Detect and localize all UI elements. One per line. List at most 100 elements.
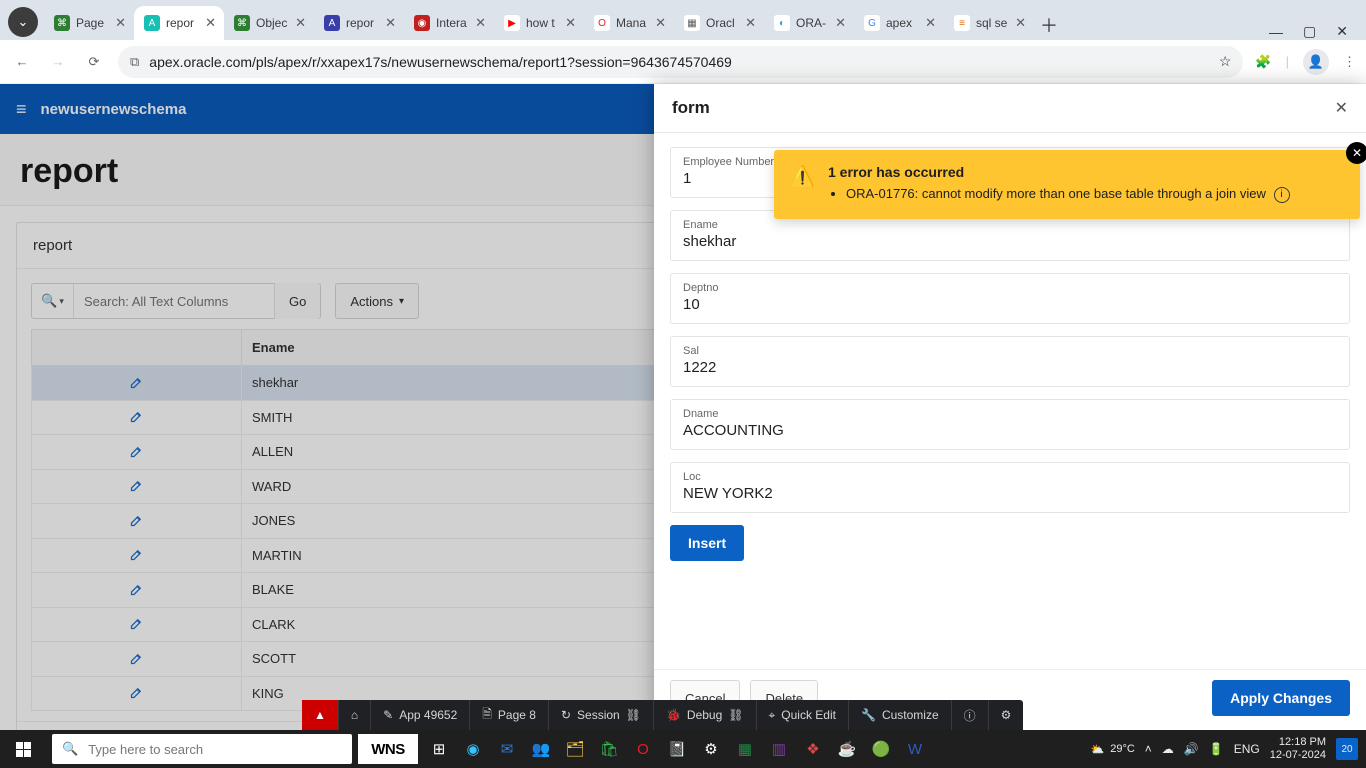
- devbar-home[interactable]: ⌂: [339, 700, 371, 730]
- devbar-page[interactable]: 🗎Page 8: [470, 700, 549, 730]
- teams-icon[interactable]: 👥: [524, 730, 558, 768]
- devbar-session[interactable]: ↻Session⛓: [549, 700, 654, 730]
- notes-icon[interactable]: 📓: [660, 730, 694, 768]
- tab-close-icon[interactable]: ✕: [385, 15, 396, 31]
- link-icon: ⛓: [626, 708, 641, 722]
- info-icon[interactable]: i: [1274, 187, 1290, 203]
- nav-reload-button[interactable]: ⟳: [82, 50, 106, 74]
- window-minimize-button[interactable]: —: [1269, 24, 1283, 40]
- onenote-icon[interactable]: ▥: [762, 730, 796, 768]
- devbar-info[interactable]: ⓘ: [952, 700, 989, 730]
- insert-button[interactable]: Insert: [670, 525, 744, 561]
- chrome-icon[interactable]: 🟢: [864, 730, 898, 768]
- value-dname: ACCOUNTING: [683, 422, 1337, 439]
- devbar-errors[interactable]: ▲: [302, 700, 339, 730]
- chrome-menu-icon[interactable]: ⋮: [1343, 54, 1356, 70]
- tray-overflow-icon[interactable]: ˄: [1145, 742, 1152, 756]
- volume-icon[interactable]: 🔊: [1184, 742, 1199, 756]
- browser-tab[interactable]: Gapex✕: [854, 6, 944, 40]
- weather-icon: ⛅: [1091, 743, 1105, 756]
- gear-icon: ⚙: [1001, 708, 1012, 722]
- tab-title: repor: [346, 16, 379, 30]
- tab-favicon: ⌘: [54, 15, 70, 31]
- devbar-quickedit[interactable]: ⌖Quick Edit: [757, 700, 849, 730]
- taskbar-search[interactable]: 🔍 Type here to search: [52, 734, 352, 764]
- store-icon[interactable]: 🛍: [592, 730, 626, 768]
- tab-favicon: A: [144, 15, 160, 31]
- address-bar[interactable]: ⧉ apex.oracle.com/pls/apex/r/xxapex17s/n…: [118, 46, 1243, 78]
- browser-tab[interactable]: ≡sql se✕: [944, 6, 1034, 40]
- java-icon[interactable]: ☕: [830, 730, 864, 768]
- edge-icon[interactable]: ◉: [456, 730, 490, 768]
- tab-close-icon[interactable]: ✕: [205, 15, 216, 31]
- value-deptno: 10: [683, 296, 1337, 313]
- devbar-debug[interactable]: 🐞Debug⛓: [654, 700, 757, 730]
- tab-favicon: ≡: [954, 15, 970, 31]
- tab-title: Page: [76, 16, 109, 30]
- window-maximize-button[interactable]: ▢: [1303, 23, 1316, 40]
- refresh-icon: ↻: [561, 708, 571, 722]
- devbar-customize[interactable]: 🔧Customize: [849, 700, 952, 730]
- browser-tab[interactable]: O Mana ✕: [584, 6, 674, 40]
- settings-icon[interactable]: ⚙: [694, 730, 728, 768]
- devbar-app[interactable]: ✎App 49652: [371, 700, 470, 730]
- field-sal[interactable]: Sal 1222: [670, 336, 1350, 387]
- nav-back-button[interactable]: ←: [10, 50, 34, 74]
- browser-tab[interactable]: ⌘ Page ✕: [44, 6, 134, 40]
- field-dname[interactable]: Dname ACCOUNTING: [670, 399, 1350, 450]
- language-indicator[interactable]: ENG: [1234, 742, 1260, 756]
- tab-search-button[interactable]: ⌄: [8, 7, 38, 37]
- drawer-close-button[interactable]: ✕: [1335, 98, 1348, 118]
- tab-title: Mana: [616, 16, 649, 30]
- tab-favicon: ▶: [504, 15, 520, 31]
- url-text: apex.oracle.com/pls/apex/r/xxapex17s/new…: [149, 54, 732, 70]
- tab-close-icon[interactable]: ✕: [115, 15, 126, 31]
- browser-tab[interactable]: Arepor ✕: [134, 6, 224, 40]
- browser-tab[interactable]: ▦Oracl✕: [674, 6, 764, 40]
- bookmark-star-icon[interactable]: ☆: [1219, 53, 1232, 70]
- browser-tab[interactable]: ⌘Objec✕: [224, 6, 314, 40]
- profile-avatar[interactable]: 👤: [1303, 49, 1329, 75]
- window-close-button[interactable]: ✕: [1336, 23, 1348, 40]
- explorer-icon[interactable]: 🗂: [558, 730, 592, 768]
- weather-widget[interactable]: ⛅29°C: [1091, 743, 1135, 756]
- browser-tab[interactable]: Arepor✕: [314, 6, 404, 40]
- tab-close-icon[interactable]: ✕: [295, 15, 306, 31]
- browser-tab[interactable]: ◐ORA-✕: [764, 6, 854, 40]
- browser-tab[interactable]: ▶how t✕: [494, 6, 584, 40]
- extensions-icon[interactable]: 🧩: [1255, 54, 1271, 70]
- word-icon[interactable]: W: [898, 730, 932, 768]
- apply-changes-button[interactable]: Apply Changes: [1212, 680, 1350, 716]
- field-deptno[interactable]: Deptno 10: [670, 273, 1350, 324]
- devbar-settings[interactable]: ⚙: [989, 700, 1024, 730]
- alert-title: 1 error has occurred: [828, 164, 1310, 180]
- nav-forward-button[interactable]: →: [46, 50, 70, 74]
- app-icon-red[interactable]: ❖: [796, 730, 830, 768]
- field-loc[interactable]: Loc NEW YORK2: [670, 462, 1350, 513]
- alert-close-button[interactable]: ✕: [1346, 142, 1366, 164]
- wns-widget[interactable]: WNS: [358, 734, 418, 764]
- tab-close-icon[interactable]: ✕: [925, 15, 936, 31]
- battery-icon[interactable]: 🔋: [1209, 742, 1224, 756]
- task-view-icon[interactable]: ⊞: [422, 730, 456, 768]
- taskbar-clock[interactable]: 12:18 PM 12-07-2024: [1270, 736, 1326, 761]
- oracle-icon[interactable]: O: [626, 730, 660, 768]
- new-tab-button[interactable]: ＋: [1034, 10, 1064, 40]
- tab-favicon: O: [594, 15, 610, 31]
- tab-close-icon[interactable]: ✕: [655, 15, 666, 31]
- excel-icon[interactable]: ▦: [728, 730, 762, 768]
- onedrive-icon[interactable]: ☁: [1162, 742, 1174, 756]
- tab-close-icon[interactable]: ✕: [835, 15, 846, 31]
- start-button[interactable]: [0, 730, 46, 768]
- tab-close-icon[interactable]: ✕: [475, 15, 486, 31]
- tab-close-icon[interactable]: ✕: [565, 15, 576, 31]
- tab-title: repor: [166, 16, 199, 30]
- site-info-icon[interactable]: ⧉: [130, 54, 139, 70]
- browser-tab[interactable]: ◉Intera✕: [404, 6, 494, 40]
- tab-close-icon[interactable]: ✕: [745, 15, 756, 31]
- outlook-icon[interactable]: ✉: [490, 730, 524, 768]
- action-center-icon[interactable]: 20: [1336, 738, 1358, 760]
- tab-close-icon[interactable]: ✕: [1015, 15, 1026, 31]
- taskbar-apps: ⊞ ◉ ✉ 👥 🗂 🛍 O 📓 ⚙ ▦ ▥ ❖ ☕ 🟢 W: [422, 730, 932, 768]
- tab-favicon: ⌘: [234, 15, 250, 31]
